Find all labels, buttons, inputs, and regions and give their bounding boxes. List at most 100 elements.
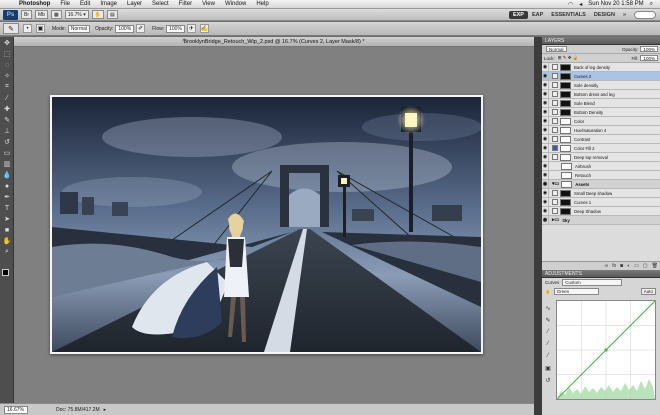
opacity-field[interactable]: 100% [115, 24, 135, 33]
menu-image[interactable]: Image [95, 1, 122, 7]
layer-mask-thumbnail[interactable] [560, 153, 571, 161]
visibility-eye-icon[interactable]: ◉ [542, 98, 549, 108]
pen-tool-icon[interactable]: ✒ [1, 192, 13, 202]
curves-channel-select[interactable]: Green [553, 288, 599, 295]
extras-button[interactable]: ▦ [50, 10, 62, 19]
new-adjustment-icon[interactable]: ◐ [625, 263, 632, 269]
gray-point-eyedropper-icon[interactable]: ⁄ [544, 340, 552, 348]
on-image-adjust-icon[interactable]: ☝ [545, 289, 551, 295]
black-point-eyedropper-icon[interactable]: ⁄ [544, 328, 552, 336]
zoom-tool-icon[interactable]: ⌕ [1, 247, 13, 257]
layer-row[interactable]: ◉ Back of leg density [542, 62, 660, 72]
visibility-eye-icon[interactable]: ◉ [542, 206, 549, 216]
type-tool-icon[interactable]: T [1, 203, 13, 213]
new-group-icon[interactable]: ▭ [632, 263, 641, 269]
layer-mask-thumbnail[interactable] [560, 198, 571, 206]
white-point-eyedropper-icon[interactable]: ⁄ [544, 352, 552, 360]
visibility-eye-icon[interactable]: ◉ [542, 107, 549, 117]
workspace-more-icon[interactable]: » [619, 11, 630, 19]
visibility-eye-icon[interactable]: ◉ [542, 89, 549, 99]
layer-row[interactable]: ◉ Curves 1 [542, 197, 660, 207]
arrange-button[interactable]: ▤ [107, 10, 118, 19]
visibility-eye-icon[interactable]: ◉ [542, 197, 549, 207]
layer-row[interactable]: ◉ Bottom Density [542, 107, 660, 117]
brush-tool-icon[interactable]: ✎ [3, 23, 19, 34]
pressure-opacity-icon[interactable]: ✐ [136, 24, 146, 33]
foreground-color-swatch[interactable] [2, 269, 9, 276]
visibility-eye-icon[interactable]: ◉ [542, 62, 549, 72]
minibridge-button[interactable]: Mb [35, 10, 48, 19]
spotlight-icon[interactable]: ⌕ [647, 1, 656, 8]
document-canvas[interactable] [50, 95, 483, 354]
brush-tool-icon[interactable]: ✎ [1, 115, 13, 125]
gradient-tool-icon[interactable]: ▥ [1, 159, 13, 169]
clock[interactable]: Sun Nov 20 1:58 PM [585, 1, 646, 7]
layer-mask-thumbnail[interactable] [560, 126, 571, 134]
layer-row[interactable]: ◉ Color [542, 116, 660, 126]
new-layer-icon[interactable]: ▢ [641, 263, 650, 269]
shape-tool-icon[interactable]: ■ [1, 225, 13, 235]
menu-window[interactable]: Window [220, 1, 251, 7]
visibility-eye-icon[interactable]: ◉ [542, 125, 549, 135]
curves-preset-select[interactable]: Custom [562, 279, 623, 286]
layer-mask-thumbnail[interactable] [561, 180, 573, 188]
eyedropper-tool-icon[interactable]: ⁄ [1, 93, 13, 103]
layer-style-icon[interactable]: fx [610, 263, 618, 269]
visibility-eye-icon[interactable]: ◉ [542, 143, 549, 153]
layer-row[interactable]: ◉ Sole Blend [542, 98, 660, 108]
menu-view[interactable]: View [197, 1, 220, 7]
menu-filter[interactable]: Filter [174, 1, 197, 7]
layer-row[interactable]: ◉ Deep top removal [542, 152, 660, 162]
wifi-icon[interactable]: ◠ [565, 1, 576, 8]
flow-field[interactable]: 100% [166, 24, 185, 33]
status-doc-size[interactable]: Doc: 75.8M/417.2M [56, 407, 100, 413]
layer-row-selected[interactable]: ◉ Curves 2 [542, 71, 660, 81]
status-arrow-icon[interactable]: ▸ [104, 407, 107, 413]
eraser-tool-icon[interactable]: ▭ [1, 148, 13, 158]
search-field[interactable] [634, 10, 656, 19]
move-tool-icon[interactable]: ✥ [1, 38, 13, 48]
marquee-tool-icon[interactable]: ⬚ [1, 49, 13, 59]
layer-row[interactable]: ◉ Hue/Saturation 4 [542, 125, 660, 135]
mode-select[interactable]: Normal [67, 24, 91, 33]
layer-mask-thumbnail[interactable] [560, 144, 571, 152]
hand-tool-icon[interactable]: ✋ [1, 236, 13, 246]
airbrush-icon[interactable]: ✈ [186, 24, 196, 33]
workspace-design[interactable]: DESIGN [590, 11, 619, 19]
layer-group-row[interactable]: ◉ ▸▭ Sky [542, 215, 660, 225]
layer-mask-thumbnail[interactable] [560, 63, 571, 71]
workspace-essentials[interactable]: ESSENTIALS [547, 11, 590, 19]
status-zoom-field[interactable]: 16.67% [4, 405, 28, 414]
visibility-eye-icon[interactable]: ◉ [542, 188, 549, 198]
healing-tool-icon[interactable]: ✚ [1, 104, 13, 114]
canvas-area[interactable] [14, 47, 534, 403]
visibility-eye-icon[interactable]: ◉ [542, 170, 549, 180]
layer-row[interactable]: ◉ Sole densitly [542, 80, 660, 90]
menu-photoshop[interactable]: Photoshop [14, 1, 55, 7]
layer-mask-thumbnail[interactable] [560, 207, 571, 215]
auto-button[interactable]: Auto [640, 288, 656, 295]
close-document-icon[interactable]: × [182, 38, 186, 44]
workspace-eap[interactable]: EAP [528, 11, 547, 19]
visibility-eye-icon[interactable]: ◉ [542, 116, 549, 126]
layer-mask-thumbnail[interactable] [560, 108, 571, 116]
workspace-exp[interactable]: EXP [508, 10, 528, 19]
layer-row[interactable]: ◉ Color Fill 2 [542, 143, 660, 153]
layer-row[interactable]: ◉ Airbrush [542, 161, 660, 171]
curves-graph[interactable] [556, 300, 656, 400]
layer-mask-thumbnail[interactable] [560, 189, 571, 197]
dodge-tool-icon[interactable]: ● [1, 181, 13, 191]
visibility-eye-icon[interactable]: ◉ [542, 71, 549, 81]
visibility-eye-icon[interactable]: ◉ [542, 80, 549, 90]
visibility-eye-icon[interactable]: ◉ [542, 161, 549, 171]
pressure-size-icon[interactable]: ✍ [199, 24, 209, 33]
visibility-eye-icon[interactable]: ◉ [542, 134, 549, 144]
blur-tool-icon[interactable]: 💧 [1, 170, 13, 180]
layer-mask-thumbnail[interactable] [560, 72, 571, 80]
add-mask-icon[interactable]: ◙ [618, 263, 625, 269]
layer-mask-thumbnail[interactable] [560, 90, 571, 98]
lock-icon[interactable]: ⊞ ✎ ✥ 🔒 [558, 55, 579, 61]
layer-row[interactable]: ◉ Deep Shadow [542, 206, 660, 216]
clipping-icon[interactable]: ▣ [544, 364, 552, 372]
bridge-button[interactable]: Br [21, 10, 32, 19]
